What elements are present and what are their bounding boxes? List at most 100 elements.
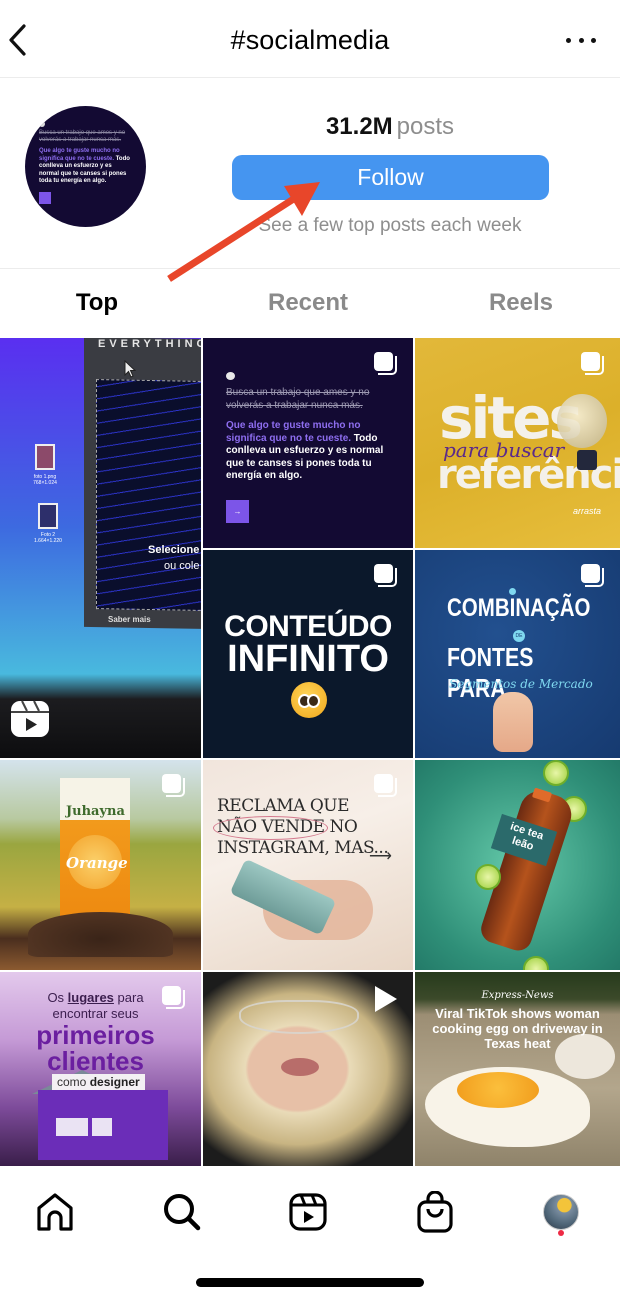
tab-reels[interactable]: Reels (422, 270, 620, 338)
post-tile-carousel[interactable]: Busca un trabajo que ames y no volverás … (203, 338, 413, 548)
screen-panel (84, 338, 201, 630)
post-text-line2: para buscar (443, 438, 565, 462)
post-text-cta: arrasta (573, 506, 602, 516)
post-text-select: Selecione (148, 544, 200, 556)
carousel-icon (581, 564, 605, 588)
post-tile-carousel[interactable]: Os lugares para encontrar seus primeiros c… (0, 972, 201, 1166)
post-text-line1: COMBINAÇÃO (447, 594, 591, 622)
nav-home[interactable] (33, 1190, 77, 1234)
post-text-brand: EVERYTHING (98, 338, 201, 350)
post-text-or: ou cole (164, 560, 200, 572)
avatar-purple-text: Que algo te guste mucho no significa que… (39, 148, 120, 162)
highlight-circle (213, 816, 328, 840)
post-text-de: DE (513, 630, 525, 642)
post-text-fragment: para (113, 990, 144, 1005)
feed-tabs: Top Recent Reels (0, 270, 620, 338)
post-tile-carousel[interactable]: RECLAMA QUE NÃO VENDE NO INSTAGRAM, MAS...… (203, 760, 413, 970)
post-text-line3: Segmentos de Mercado (449, 677, 593, 691)
post-text-brand: Juhayna (66, 804, 125, 819)
file-thumbnail (35, 444, 55, 470)
post-text-line3: INSTAGRAM, MAS... (217, 838, 389, 858)
soil-pile-image (28, 912, 173, 957)
peace-hand-image (493, 692, 533, 752)
house-window (56, 1118, 88, 1136)
post-tile-carousel[interactable]: sites referência para buscar arrasta (415, 338, 620, 548)
notification-dot (558, 1230, 564, 1236)
follow-button[interactable]: Follow (232, 155, 549, 200)
more-options-button[interactable] (566, 30, 596, 50)
hashtag-title: #socialmedia (230, 25, 390, 55)
post-text-fragment: como (57, 1075, 90, 1089)
post-body-text: Que algo te guste mucho no significa que… (226, 420, 390, 483)
post-text-line2: INFINITO (227, 638, 389, 680)
carousel-icon (162, 986, 186, 1010)
play-icon (375, 986, 397, 1012)
top-bar: #socialmedia (0, 0, 620, 78)
post-tile-video[interactable] (203, 972, 413, 1166)
bottom-navigation (0, 1166, 620, 1256)
nav-profile[interactable] (539, 1190, 583, 1234)
glasses-image (239, 1000, 359, 1034)
carousel-icon (162, 774, 186, 798)
post-text-fragment: Os (47, 990, 68, 1005)
wave-artwork (96, 379, 201, 612)
post-text-product: Orange (66, 854, 128, 872)
ellipsis-icon-dot (566, 37, 571, 43)
hashtag-summary: Busca un trabajo que ames y no volverás … (0, 79, 620, 269)
ellipsis-icon-dot (578, 37, 584, 43)
home-indicator[interactable] (196, 1278, 424, 1287)
arrow-box: → (226, 499, 249, 523)
post-text-line2: encontrar seus (52, 1006, 139, 1021)
nav-shop[interactable] (413, 1190, 457, 1234)
file-label: foto 1.png 768×1.024 (25, 474, 65, 486)
post-strike-text: Busca un trabajo que ames y no volverás … (226, 387, 370, 411)
post-tile-reel[interactable]: EVERYTHING foto 1.png 768×1.024 Foto 2 1.6… (0, 338, 201, 758)
file-label: Foto 2 1.664×1.220 (28, 532, 68, 544)
mouth-image (281, 1058, 319, 1076)
post-text-line1: RECLAMA QUE (217, 796, 350, 816)
post-text-source: Express-News (481, 990, 554, 1001)
house-window (92, 1118, 112, 1136)
nav-search[interactable] (160, 1190, 204, 1234)
profile-avatar (543, 1194, 579, 1230)
ellipsis-icon-dot (591, 37, 596, 43)
post-text-headline: primeiros clientes (0, 1022, 191, 1074)
reels-icon (11, 700, 49, 737)
post-tile-image[interactable]: ice tea leão (415, 760, 620, 970)
post-text-tag: como designer (52, 1074, 145, 1090)
lime-image (475, 864, 501, 890)
file-size: 1.664×1.220 (34, 538, 62, 544)
tab-recent[interactable]: Recent (194, 270, 422, 338)
post-tile-carousel[interactable]: Juhayna Orange (0, 760, 201, 970)
lime-image (543, 760, 569, 786)
posts-grid: EVERYTHING foto 1.png 768×1.024 Foto 2 1.6… (0, 338, 620, 1166)
lightbulb-base (577, 450, 597, 470)
nav-reels[interactable] (286, 1190, 330, 1234)
posts-count-number: 31.2M (325, 113, 393, 140)
post-tile-carousel[interactable]: CONTEÚDO INFINITO (203, 550, 413, 758)
follow-subtext: See a few top posts each week (258, 215, 522, 236)
cursor-icon (124, 360, 136, 378)
carousel-icon (581, 352, 605, 376)
post-purple-text: Que algo te guste mucho no significa que… (226, 420, 361, 444)
carousel-icon (374, 352, 398, 376)
post-tile-image[interactable]: Express-News Viral TikTok shows woman co… (415, 972, 620, 1166)
posts-count: 31.2M posts (0, 113, 620, 141)
post-tile-carousel[interactable]: COMBINAÇÃO DE FONTES PARA Segmentos de M… (415, 550, 620, 758)
carousel-icon (374, 774, 398, 798)
tab-top[interactable]: Top (0, 270, 194, 338)
avatar-body-text: Que algo te guste mucho no significa que… (39, 148, 132, 186)
home-icon (37, 1193, 73, 1231)
post-text-learn: Saber mais (108, 615, 151, 624)
lime-image (523, 956, 549, 970)
post-text-headline: Viral TikTok shows woman cooking egg on … (432, 1006, 603, 1051)
reels-icon (289, 1193, 327, 1231)
carousel-icon (374, 564, 398, 588)
file-thumbnail (38, 503, 58, 529)
lightbulb-icon (557, 394, 607, 448)
posts-count-label: posts (396, 113, 455, 140)
pleading-face-emoji-icon (291, 682, 327, 718)
file-size: 768×1.024 (33, 480, 57, 486)
shopping-bag-icon (417, 1191, 453, 1233)
post-text-bold: designer (89, 1075, 140, 1089)
